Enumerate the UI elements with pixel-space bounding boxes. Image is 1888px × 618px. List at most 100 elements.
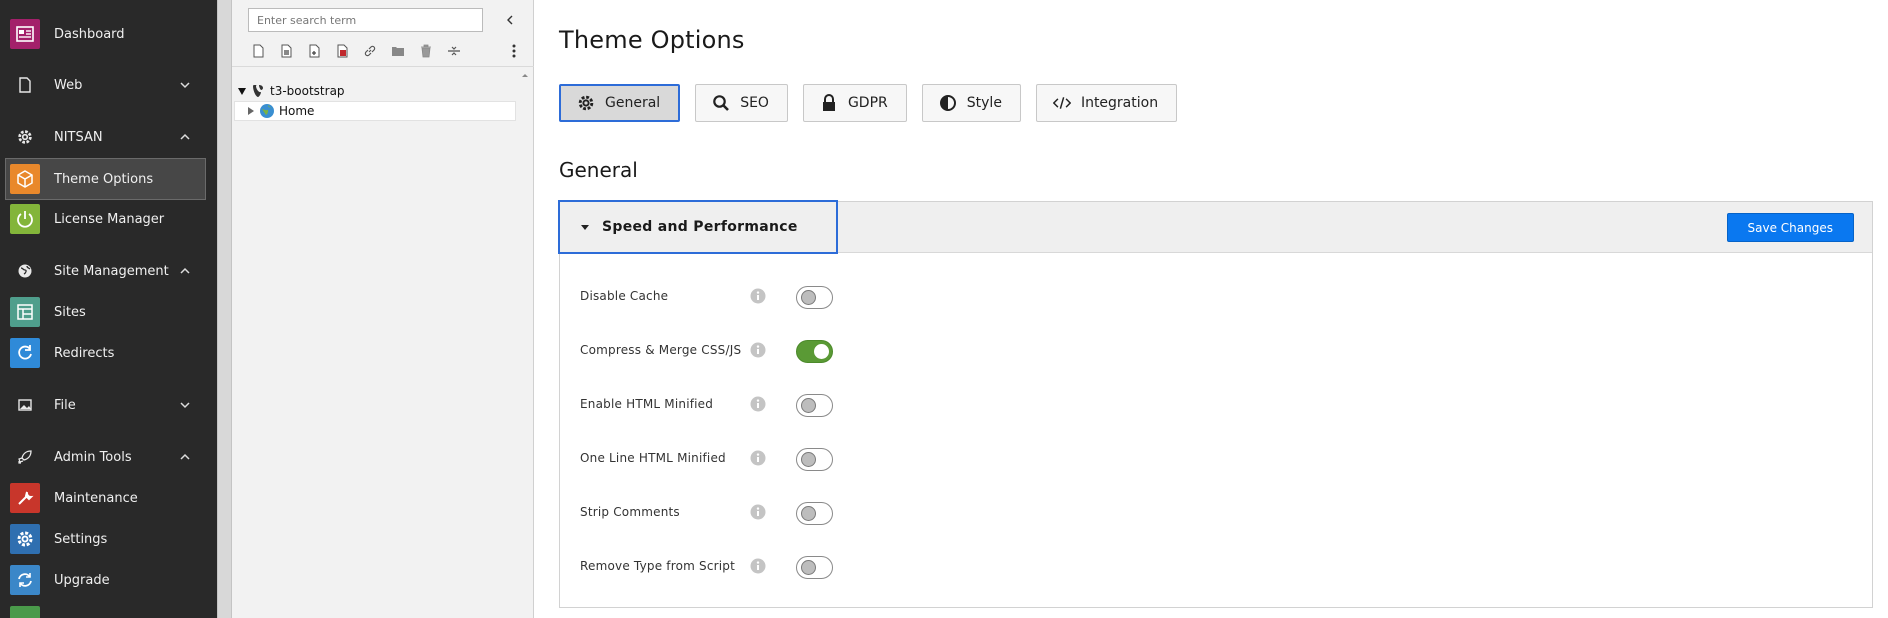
- tree-search-input[interactable]: [248, 8, 483, 32]
- dashboard-icon: [10, 19, 40, 49]
- toggle-switch[interactable]: [796, 394, 833, 417]
- switch-knob: [801, 290, 816, 305]
- group-web-label: Web: [54, 77, 83, 93]
- tree-node-home-label: Home: [279, 104, 315, 118]
- info-icon[interactable]: [750, 396, 766, 412]
- new-page-icon[interactable]: [244, 40, 272, 62]
- panel-title: Speed and Performance: [602, 219, 798, 235]
- chevron-up-icon: [180, 453, 190, 460]
- option-row: Compress & Merge CSS/JS: [580, 340, 980, 370]
- tree-divider: [232, 66, 534, 67]
- module-sites-label: Sites: [54, 304, 86, 320]
- info-icon[interactable]: [750, 342, 766, 358]
- tab-style[interactable]: Style: [921, 84, 1021, 122]
- module-maintenance[interactable]: Maintenance: [0, 478, 217, 518]
- panel-collapse-toggle[interactable]: Speed and Performance: [558, 200, 838, 254]
- navigation-splitter[interactable]: [217, 0, 232, 618]
- link-icon[interactable]: [356, 40, 384, 62]
- toggle-switch[interactable]: [796, 556, 833, 579]
- tab-integration[interactable]: Integration: [1035, 84, 1178, 122]
- module-upgrade[interactable]: Upgrade: [0, 560, 217, 600]
- group-web[interactable]: Web: [0, 65, 217, 105]
- info-icon[interactable]: [750, 504, 766, 520]
- folder-icon[interactable]: [384, 40, 412, 62]
- tab-gdpr[interactable]: GDPR: [802, 84, 907, 122]
- image-icon: [10, 390, 40, 420]
- module-theme-options[interactable]: Theme Options: [5, 158, 206, 200]
- option-label: Disable Cache: [580, 289, 669, 303]
- module-menu: Dashboard Web NITSAN Theme Options Licen…: [0, 0, 217, 618]
- module-upgrade-label: Upgrade: [54, 572, 110, 588]
- chevron-up-icon: [180, 133, 190, 140]
- delete-page-icon[interactable]: [328, 40, 356, 62]
- group-file[interactable]: File: [0, 385, 217, 425]
- switch-knob: [801, 452, 816, 467]
- toggle-switch[interactable]: [796, 286, 833, 309]
- lock-icon: [820, 94, 838, 112]
- recycler-icon[interactable]: [412, 40, 440, 62]
- more-options-icon[interactable]: [506, 40, 522, 62]
- globe-page-icon: [259, 103, 275, 119]
- tab-general[interactable]: General: [559, 84, 681, 122]
- page-icon: [10, 70, 40, 100]
- collapsed-toggle-icon[interactable]: [245, 105, 257, 117]
- new-page-after-icon[interactable]: [300, 40, 328, 62]
- toggle-switch[interactable]: [796, 448, 833, 471]
- tab-seo[interactable]: SEO: [695, 84, 788, 122]
- content-area: Theme Options General SEO GDPR Style Int…: [535, 0, 1888, 618]
- option-row: Disable Cache: [580, 286, 980, 316]
- group-site-management[interactable]: Site Management: [0, 251, 217, 291]
- tab-bar: General SEO GDPR Style Integration: [559, 84, 1192, 122]
- option-label: Strip Comments: [580, 505, 680, 519]
- module-partial[interactable]: [0, 601, 217, 618]
- save-changes-button[interactable]: Save Changes: [1726, 213, 1854, 242]
- refresh-icon: [10, 565, 40, 595]
- divider-icon[interactable]: [440, 40, 468, 62]
- sites-icon: [10, 297, 40, 327]
- tree-node-home[interactable]: Home: [234, 101, 516, 121]
- expand-toggle-icon[interactable]: [236, 85, 248, 97]
- module-maintenance-label: Maintenance: [54, 490, 138, 506]
- tree-node-root[interactable]: t3-bootstrap: [236, 82, 345, 100]
- info-icon[interactable]: [750, 288, 766, 304]
- info-icon[interactable]: [750, 450, 766, 466]
- tab-seo-label: SEO: [740, 95, 769, 111]
- caret-down-icon: [581, 225, 589, 230]
- module-sites[interactable]: Sites: [0, 292, 217, 332]
- tab-gdpr-label: GDPR: [847, 95, 888, 111]
- collapse-tree-icon[interactable]: [500, 10, 520, 30]
- new-page-inside-icon[interactable]: [272, 40, 300, 62]
- module-license-manager-label: License Manager: [54, 211, 165, 227]
- group-admin-tools[interactable]: Admin Tools: [0, 437, 217, 477]
- settings-panel: Speed and Performance Save Changes Disab…: [558, 200, 1873, 608]
- code-icon: [1052, 94, 1071, 112]
- toggle-switch[interactable]: [796, 340, 833, 363]
- redirect-icon: [10, 338, 40, 368]
- module-settings-label: Settings: [54, 531, 108, 547]
- page-title: Theme Options: [559, 26, 745, 54]
- group-nitsan[interactable]: NITSAN: [0, 117, 217, 157]
- option-label: Remove Type from Script: [580, 559, 736, 573]
- globe-icon: [10, 256, 40, 286]
- switch-knob: [801, 398, 816, 413]
- info-icon[interactable]: [750, 558, 766, 574]
- switch-knob: [801, 506, 816, 521]
- tree-node-root-label: t3-bootstrap: [270, 84, 345, 98]
- tab-style-label: Style: [966, 95, 1002, 111]
- option-row: Remove Type from Script: [580, 556, 980, 586]
- tab-general-label: General: [605, 95, 661, 111]
- module-settings[interactable]: Settings: [0, 519, 217, 559]
- section-title: General: [559, 158, 638, 182]
- module-dashboard[interactable]: Dashboard: [0, 14, 217, 54]
- toggle-switch[interactable]: [796, 502, 833, 525]
- tree-toolbar: [244, 40, 468, 62]
- gear-icon: [10, 524, 40, 554]
- scroll-up-icon[interactable]: [520, 70, 530, 80]
- module-redirects[interactable]: Redirects: [0, 333, 217, 373]
- panel-header: Speed and Performance Save Changes: [558, 200, 1872, 254]
- module-license-manager[interactable]: License Manager: [0, 199, 217, 239]
- option-label: One Line HTML Minified: [580, 451, 726, 465]
- option-label: Compress & Merge CSS/JS: [580, 343, 742, 357]
- cube-icon: [10, 164, 40, 194]
- rocket-icon: [10, 442, 40, 472]
